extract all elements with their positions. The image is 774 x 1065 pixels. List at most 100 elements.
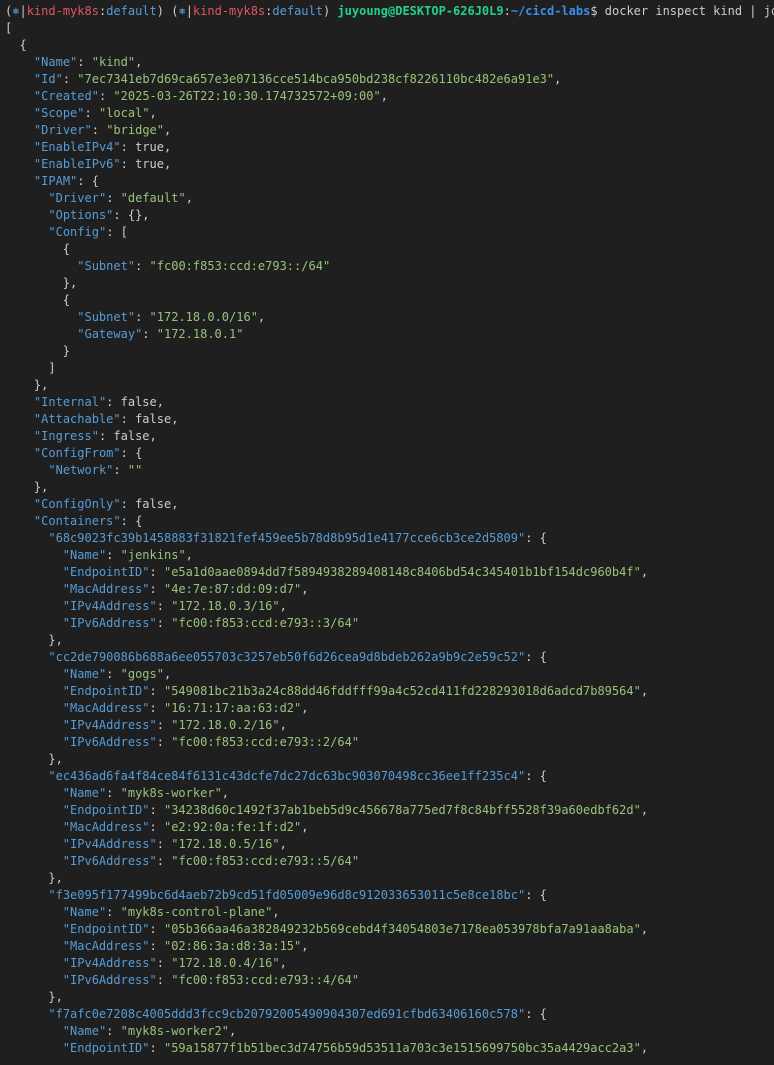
json-key: ec436ad6fa4f84ce84f6131c43dcfe7dc27dc63b… <box>55 769 518 783</box>
json-separator: , <box>163 140 172 154</box>
json-key: IPv4Address <box>70 837 150 851</box>
json-string-value: fc00:f853:ccd:e793::4/64 <box>178 973 352 987</box>
json-key: Id <box>41 72 56 86</box>
json-separator: , <box>171 412 179 426</box>
output-line: "Name": "kind", <box>5 54 774 71</box>
output-line: "MacAddress": "16:71:17:aa:63:d2", <box>5 700 774 717</box>
json-separator: , <box>301 820 309 834</box>
json-separator: , <box>156 395 164 409</box>
output-line: "Name": "myk8s-worker", <box>5 785 774 802</box>
json-separator: , <box>257 310 266 324</box>
json-separator: , <box>380 89 388 103</box>
json-value: { <box>539 769 547 783</box>
json-string-value: e2:92:0a:fe:1f:d2 <box>171 820 295 834</box>
json-key: Driver <box>55 191 99 205</box>
json-bracket: }, <box>33 480 49 494</box>
json-bracket: }, <box>48 752 63 766</box>
output-line: "IPv6Address": "fc00:f853:ccd:e793::4/64… <box>5 972 774 989</box>
json-key: Attachable <box>41 412 114 426</box>
output-line: { <box>5 37 774 54</box>
output-line: "Name": "gogs", <box>5 666 774 683</box>
json-key: Created <box>41 89 92 103</box>
terminal-window[interactable]: (⎈|kind-myk8s:default) (⎈|kind-myk8s:def… <box>0 0 774 1065</box>
output-line: "Ingress": false, <box>5 428 774 445</box>
output-line: "EndpointID": "e5a1d0aae0894dd7f58949382… <box>5 564 774 581</box>
json-separator: , <box>640 565 649 579</box>
output-line: "MacAddress": "4e:7e:87:dd:09:d7", <box>5 581 774 598</box>
json-string-value: 172.18.0.1 <box>163 327 237 341</box>
json-separator: , <box>163 157 172 171</box>
json-separator: , <box>221 786 230 800</box>
output-line: "ec436ad6fa4f84ce84f6131c43dcfe7dc27dc63… <box>5 768 774 785</box>
json-key: MacAddress <box>70 939 143 953</box>
json-key: Name <box>70 786 99 800</box>
json-string-value: kind <box>98 55 128 69</box>
json-key: IPAM <box>41 174 71 188</box>
kube-context-name: kind-myk8s <box>26 4 99 18</box>
output-line: "Name": "myk8s-control-plane", <box>5 904 774 921</box>
json-key: IPv6Address <box>70 973 150 987</box>
output-line: "Containers": { <box>5 513 774 530</box>
json-key: IPv4Address <box>70 956 150 970</box>
json-bracket: ] <box>48 361 56 375</box>
json-separator: , <box>279 837 287 851</box>
output-line: "IPv6Address": "fc00:f853:ccd:e793::3/64… <box>5 615 774 632</box>
json-string-value: fc00:f853:ccd:e793::2/64 <box>178 735 352 749</box>
json-separator: , <box>640 922 649 936</box>
output-line: "ConfigOnly": false, <box>5 496 774 513</box>
json-string-value: local <box>106 106 143 120</box>
json-key: Subnet <box>84 310 128 324</box>
working-directory: ~/cicd-labs <box>510 4 591 18</box>
json-value: true <box>135 140 164 154</box>
command-output: [ { "Name": "kind", "Id": "7ec7341eb7d69… <box>5 20 774 1057</box>
json-separator: , <box>149 429 157 443</box>
json-string-value: 02:86:3a:d8:3a:15 <box>171 939 295 953</box>
json-bracket: } <box>62 344 71 358</box>
json-string-value: default <box>127 191 179 205</box>
output-line: "IPv4Address": "172.18.0.5/16", <box>5 836 774 853</box>
json-key: EndpointID <box>70 1041 143 1055</box>
json-key: cc2de790086b688a6ee055703c3257eb50f6d26c… <box>55 650 518 664</box>
output-line: "EnableIPv4": true, <box>5 139 774 156</box>
json-key: f7afc0e7208c4005ddd3fcc9cb20792005490904… <box>55 1007 518 1021</box>
output-line: "Name": "jenkins", <box>5 547 774 564</box>
json-string-value: 172.18.0.4/16 <box>178 956 273 970</box>
json-separator: , <box>301 939 309 953</box>
output-line: }, <box>5 377 774 394</box>
output-line: }, <box>5 989 774 1006</box>
output-line: "EndpointID": "34238d60c1492f37ab1beb5d9… <box>5 802 774 819</box>
json-string-value: 05b366aa46a382849232b569cebd4f34054803e7… <box>171 922 634 936</box>
json-string-value: bridge <box>113 123 157 137</box>
json-separator: , <box>185 191 193 205</box>
json-value: false <box>135 412 172 426</box>
output-line: "Attachable": false, <box>5 411 774 428</box>
output-line: } <box>5 343 774 360</box>
json-key: IPv4Address <box>70 599 150 613</box>
output-line: "IPv6Address": "fc00:f853:ccd:e793::5/64… <box>5 853 774 870</box>
json-key: Subnet <box>84 259 128 273</box>
json-separator: , <box>272 905 280 919</box>
json-string-value: 172.18.0.2/16 <box>178 718 273 732</box>
